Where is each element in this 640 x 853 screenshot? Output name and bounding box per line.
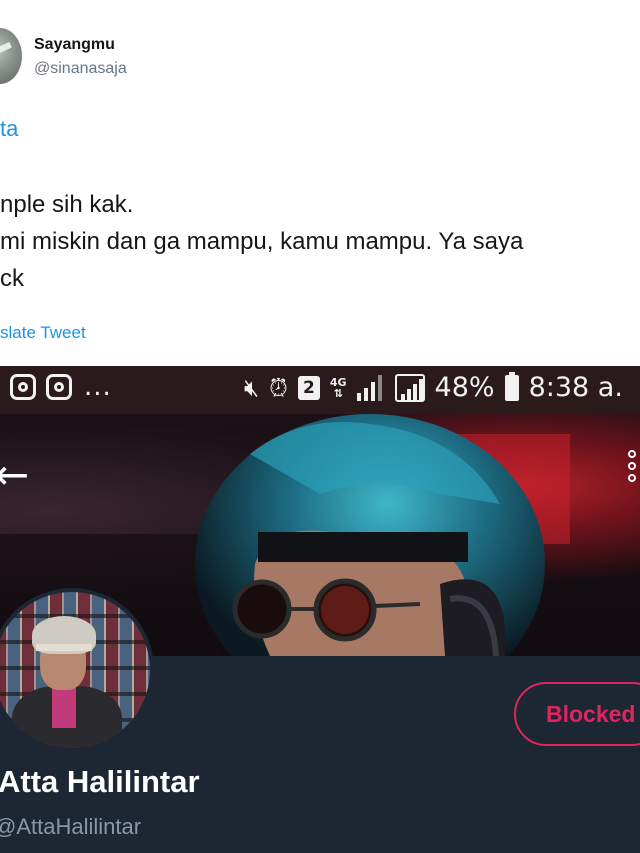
signal-icon-secondary (394, 373, 425, 402)
status-bar: ... 🔇︎ ⏰︎ 2 4G ⇅ 48% 8:38 a. (0, 366, 640, 414)
network-type-label: 4G (329, 375, 347, 389)
author-avatar[interactable] (0, 28, 22, 84)
more-options-icon[interactable] (628, 450, 636, 482)
author-name[interactable]: Sayangmu (34, 36, 115, 54)
mute-icon: 🔇︎ (244, 373, 260, 402)
tweet-text-line: mi miskin dan ga mampu, kamu mampu. Ya s… (0, 228, 524, 255)
translate-tweet-link[interactable]: slate Tweet (0, 323, 86, 343)
sim-slot-badge: 2 (297, 375, 320, 400)
battery-percent: 48% (434, 372, 495, 403)
network-type: 4G ⇅ (330, 377, 347, 399)
tweet-text-line: nple sih kak. (0, 191, 134, 218)
alarm-icon: ⏰︎ (269, 373, 288, 402)
tweet: Sayangmu @sinanasaja ta nple sih kak. mi… (0, 0, 640, 366)
author-handle[interactable]: @sinanasaja (34, 60, 127, 78)
profile-avatar[interactable] (0, 588, 154, 752)
battery-icon (504, 371, 519, 401)
data-arrows-icon: ⇅ (333, 386, 343, 400)
tweet-text-line: ck (0, 265, 24, 292)
more-notifications-indicator: ... (84, 372, 112, 402)
reply-to-link[interactable]: ta (0, 116, 18, 142)
tweet-text: nple sih kak. mi miskin dan ga mampu, ka… (0, 186, 523, 297)
blocked-button[interactable]: Blocked (514, 682, 640, 746)
profile-handle: @AttaHalilintar (0, 814, 142, 839)
clock: 8:38 a. (528, 372, 623, 403)
instagram-icon (10, 374, 36, 400)
profile-name: Atta Halilintar (0, 764, 200, 799)
instagram-icon (46, 374, 72, 400)
signal-icon (356, 374, 385, 401)
back-arrow-icon[interactable]: ← (0, 450, 29, 499)
attached-screenshot[interactable]: ... 🔇︎ ⏰︎ 2 4G ⇅ 48% 8:38 a. ← Blocked A… (0, 366, 640, 853)
